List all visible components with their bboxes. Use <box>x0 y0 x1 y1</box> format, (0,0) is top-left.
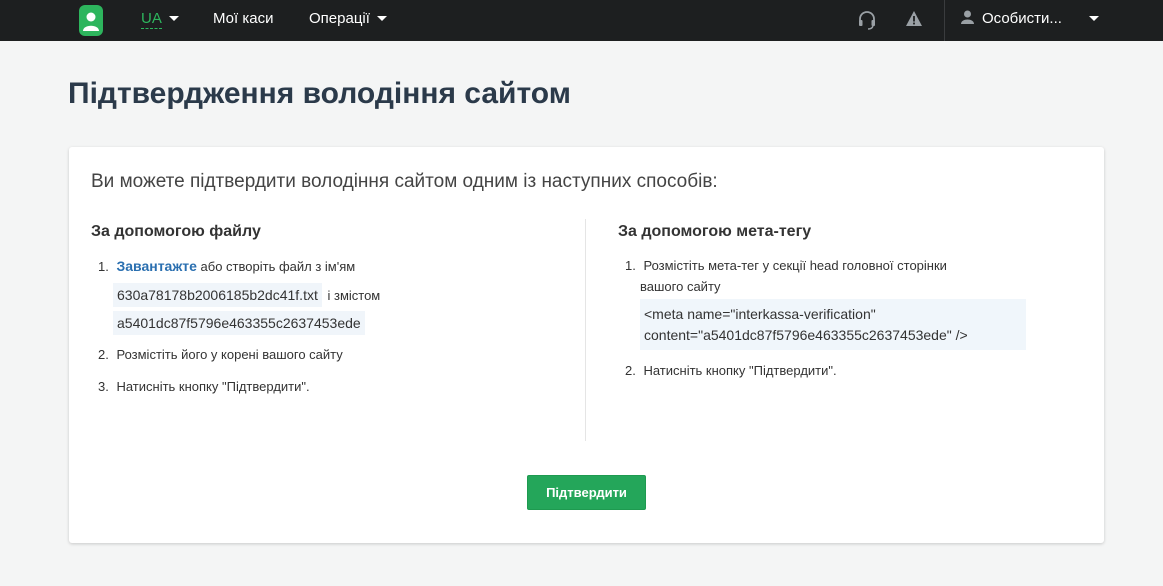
confirm-button[interactable]: Підтвердити <box>527 475 646 510</box>
file-name-code: 630a78178b2006185b2dc41f.txt <box>113 283 322 307</box>
meta-step-1: 1. Розмістіть мета-тег у секції head гол… <box>625 256 947 276</box>
nav-operations[interactable]: Операції <box>309 0 387 41</box>
chevron-down-icon <box>1088 15 1099 21</box>
headset-icon[interactable] <box>857 10 877 30</box>
page-title: Підтвердження володіння сайтом <box>68 77 571 110</box>
step-number: 1. <box>98 259 109 274</box>
user-icon <box>961 10 974 24</box>
step-number: 3. <box>98 379 109 394</box>
with-content-text: і змістом <box>327 288 381 303</box>
top-navbar: UA Мої каси Операції Особисти... <box>0 0 1163 41</box>
step-text: Розмістіть мета-тег у секції head головн… <box>643 258 947 273</box>
user-name: Особисти... <box>982 10 1062 27</box>
step-text: Розмістіть його у корені вашого сайту <box>116 347 343 362</box>
step-number: 2. <box>98 347 109 362</box>
file-content-row: a5401dc87f5796e463355c2637453ede <box>113 311 365 335</box>
meta-step-1-cont: вашого сайту <box>640 279 721 294</box>
language-selector[interactable]: UA <box>141 0 179 41</box>
download-link[interactable]: Завантажте <box>116 258 196 274</box>
chevron-down-icon <box>168 15 179 21</box>
nav-my-kasy[interactable]: Мої каси <box>213 0 273 41</box>
step-text: Натисніть кнопку "Підтвердити". <box>116 379 310 394</box>
step-number: 2. <box>625 363 636 378</box>
nav-operations-label: Операції <box>309 10 370 27</box>
intro-text: Ви можете підтвердити володіння сайтом о… <box>91 171 718 192</box>
language-label: UA <box>141 10 162 29</box>
file-step-3: 3. Натисніть кнопку "Підтвердити". <box>98 377 310 397</box>
meta-method-title: За допомогою мета-тегу <box>618 223 812 240</box>
file-content-code: a5401dc87f5796e463355c2637453ede <box>113 311 365 335</box>
meta-code-line-2: content="a5401dc87f5796e463355c2637453ed… <box>644 327 968 343</box>
warning-icon[interactable] <box>905 10 923 28</box>
meta-tag-code: <meta name="interkassa-verification" con… <box>640 299 1026 350</box>
step-number: 1. <box>625 258 636 273</box>
step-text: або створіть файл з ім'ям <box>200 259 356 274</box>
meta-step-2: 2. Натисніть кнопку "Підтвердити". <box>625 361 837 381</box>
file-method-title: За допомогою файлу <box>91 223 261 240</box>
meta-code-line-1: <meta name="interkassa-verification" <box>644 306 876 322</box>
nav-separator <box>944 0 945 41</box>
chevron-down-icon <box>376 15 387 21</box>
file-step-2: 2. Розмістіть його у корені вашого сайту <box>98 345 343 365</box>
logo-icon[interactable] <box>79 5 103 36</box>
user-menu[interactable]: Особисти... <box>961 0 1099 41</box>
step-text: Натисніть кнопку "Підтвердити". <box>643 363 837 378</box>
column-divider <box>585 219 586 441</box>
file-step-1: 1. Завантажте або створіть файл з ім'ям <box>98 256 355 277</box>
file-name-row: 630a78178b2006185b2dc41f.txt і змістом <box>113 283 380 307</box>
verification-card: Ви можете підтвердити володіння сайтом о… <box>69 147 1104 543</box>
